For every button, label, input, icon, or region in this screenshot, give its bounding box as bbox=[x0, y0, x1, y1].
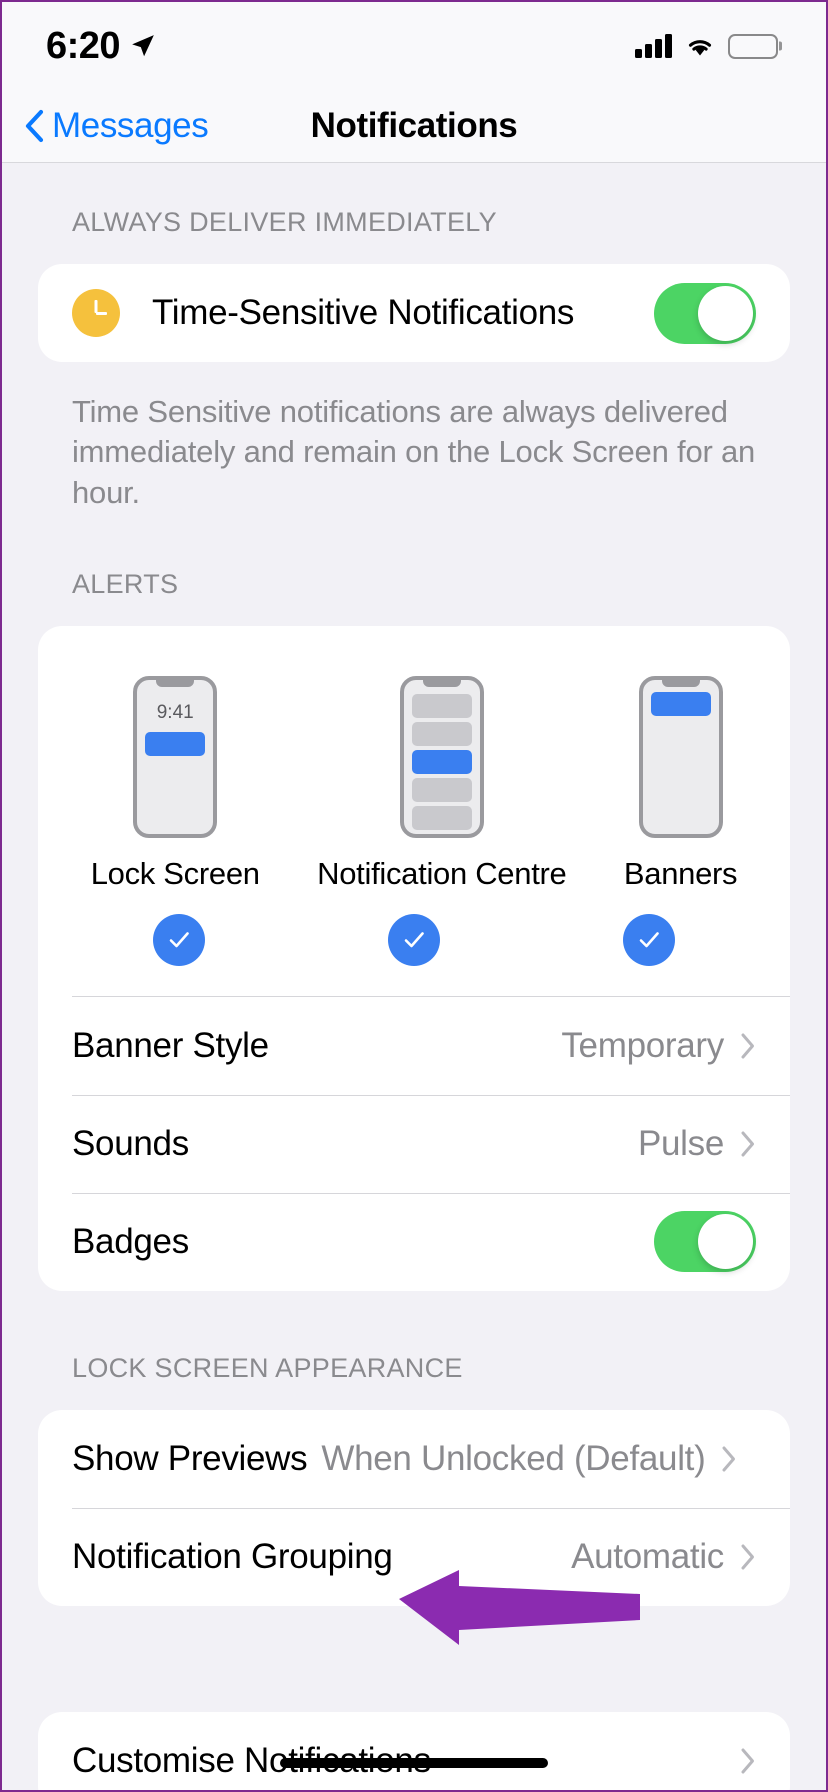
alert-option-label-notification-centre: Notification Centre bbox=[317, 855, 567, 891]
customise-notifications-card: Customise Notifications bbox=[38, 1711, 790, 1790]
toggle-knob bbox=[698, 285, 753, 341]
row-badges[interactable]: Badges bbox=[38, 1192, 790, 1291]
alert-option-lock-screen[interactable]: 9:41 Lock Screen bbox=[90, 675, 260, 892]
preview-notification-bar bbox=[411, 721, 472, 746]
checkmark-lock-screen[interactable] bbox=[153, 913, 206, 966]
notch bbox=[661, 679, 700, 687]
chevron-right-icon bbox=[741, 1131, 754, 1157]
location-arrow-icon bbox=[132, 35, 154, 57]
preview-notification-bar bbox=[650, 691, 711, 716]
checkmark-banners[interactable] bbox=[622, 913, 675, 966]
alert-style-picker: 9:41 Lock Screen Notification Centre Ban… bbox=[38, 636, 790, 892]
lock-screen-preview-time: 9:41 bbox=[156, 701, 194, 723]
preview-notification-bar bbox=[145, 731, 206, 756]
settings-content: ALWAYS DELIVER IMMEDIATELY Time-Sensitiv… bbox=[2, 163, 826, 1790]
toggle-time-sensitive-notifications[interactable] bbox=[654, 282, 756, 344]
row-label-notification-grouping: Notification Grouping bbox=[72, 1536, 393, 1576]
status-bar-left: 6:20 bbox=[46, 25, 156, 68]
row-value-show-previews: When Unlocked (Default) bbox=[321, 1438, 706, 1478]
clock-icon bbox=[72, 289, 120, 337]
back-button[interactable]: Messages bbox=[24, 106, 209, 146]
back-button-label: Messages bbox=[52, 106, 209, 145]
row-label-time-sensitive: Time-Sensitive Notifications bbox=[152, 293, 575, 332]
section-header-lock-screen-appearance: LOCK SCREEN APPEARANCE bbox=[72, 1352, 463, 1383]
row-label-sounds: Sounds bbox=[72, 1123, 189, 1163]
row-customise-notifications[interactable]: Customise Notifications bbox=[38, 1712, 790, 1790]
cellular-signal-icon bbox=[635, 34, 672, 58]
check-slot-banners bbox=[607, 913, 691, 966]
footer-note-time-sensitive: Time Sensitive notifications are always … bbox=[72, 394, 756, 510]
checkmark-notification-centre[interactable] bbox=[387, 913, 440, 966]
row-label-show-previews: Show Previews bbox=[72, 1438, 308, 1478]
battery-full-icon bbox=[728, 33, 778, 59]
check-slot-notification-centre bbox=[372, 913, 456, 966]
row-time-sensitive-notifications[interactable]: Time-Sensitive Notifications bbox=[38, 264, 790, 362]
section-header-always-deliver: ALWAYS DELIVER IMMEDIATELY bbox=[72, 207, 497, 237]
chevron-right-icon bbox=[741, 1544, 754, 1570]
row-value-notification-grouping: Automatic bbox=[571, 1536, 724, 1576]
alert-style-checkmarks bbox=[38, 892, 790, 996]
chevron-right-icon bbox=[741, 1748, 754, 1774]
row-label-badges: Badges bbox=[72, 1221, 189, 1261]
row-value-sounds: Pulse bbox=[637, 1123, 724, 1163]
check-icon bbox=[404, 932, 424, 948]
check-icon bbox=[170, 932, 190, 948]
preview-notification-bar bbox=[411, 777, 472, 802]
banners-preview-icon bbox=[638, 675, 723, 838]
lock-screen-preview-icon: 9:41 bbox=[133, 675, 218, 838]
navigation-bar: Messages Notifications bbox=[2, 90, 826, 163]
status-bar-clock: 6:20 bbox=[46, 24, 121, 67]
chevron-left-icon bbox=[25, 109, 44, 143]
alert-option-banners[interactable]: Banners bbox=[623, 675, 738, 892]
notification-centre-preview-icon bbox=[399, 675, 484, 838]
wifi-icon bbox=[688, 40, 712, 56]
notch bbox=[156, 679, 195, 687]
section-header-alerts: ALERTS bbox=[72, 568, 179, 599]
row-value-banner-style: Temporary bbox=[561, 1025, 724, 1065]
iphone-settings-screen: 6:20 Messages Notifications ALWAYS DELIV… bbox=[0, 0, 828, 1792]
preview-notification-bar bbox=[411, 693, 472, 718]
preview-notification-bar bbox=[411, 749, 472, 774]
preview-notification-bar bbox=[411, 805, 472, 830]
toggle-knob bbox=[698, 1214, 753, 1270]
alert-option-notification-centre[interactable]: Notification Centre bbox=[317, 675, 567, 892]
status-bar: 6:20 bbox=[2, 2, 826, 90]
alert-option-label-lock-screen: Lock Screen bbox=[90, 855, 260, 891]
alerts-card: 9:41 Lock Screen Notification Centre Ban… bbox=[38, 625, 790, 1291]
chevron-right-icon bbox=[722, 1446, 736, 1472]
row-banner-style[interactable]: Banner Style Temporary bbox=[38, 997, 790, 1095]
notch bbox=[422, 679, 461, 687]
toggle-badges[interactable] bbox=[654, 1211, 756, 1273]
row-sounds[interactable]: Sounds Pulse bbox=[38, 1094, 790, 1193]
row-label-banner-style: Banner Style bbox=[72, 1025, 269, 1065]
check-slot-lock-screen bbox=[137, 913, 221, 966]
status-bar-right bbox=[635, 33, 778, 59]
alert-option-label-banners: Banners bbox=[623, 855, 738, 891]
check-icon bbox=[639, 932, 659, 948]
always-deliver-card: Time-Sensitive Notifications bbox=[38, 264, 790, 362]
row-notification-grouping[interactable]: Notification Grouping Automatic bbox=[38, 1507, 790, 1606]
chevron-right-icon bbox=[741, 1033, 754, 1059]
lock-screen-appearance-card: Show Previews When Unlocked (Default) No… bbox=[38, 1409, 790, 1606]
row-show-previews[interactable]: Show Previews When Unlocked (Default) bbox=[38, 1410, 790, 1508]
home-indicator bbox=[280, 1758, 548, 1768]
